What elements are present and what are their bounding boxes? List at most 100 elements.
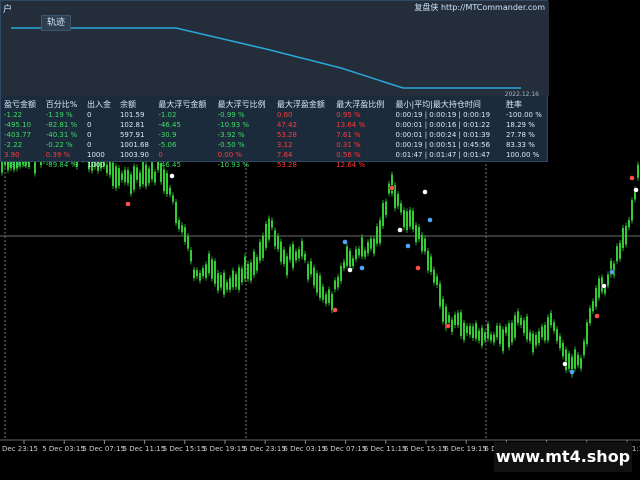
candle-body xyxy=(199,273,201,281)
stats-cell: 0 xyxy=(158,151,163,159)
candle-body xyxy=(607,274,609,286)
candle-body xyxy=(322,286,324,300)
stats-cell: -1.22 xyxy=(4,111,23,119)
candle-body xyxy=(457,312,459,326)
candle-body xyxy=(511,322,513,343)
candle-body xyxy=(340,265,342,282)
stats-header-cell: 最大浮亏金额 xyxy=(158,99,207,109)
candle-body xyxy=(544,324,546,341)
candle-body xyxy=(331,294,333,311)
replay-stats-panel[interactable]: 户 复盘侠 http://MTCommander.com 轨迹 2022.12.… xyxy=(0,0,549,169)
candle-body xyxy=(382,202,384,226)
candle-body xyxy=(289,247,291,260)
candle-body xyxy=(535,334,537,346)
stats-cell: 1000 xyxy=(87,161,105,169)
candle-body xyxy=(370,238,372,249)
candle-body xyxy=(454,314,456,325)
title-bar: 户 复盘侠 http://MTCommander.com xyxy=(1,1,549,15)
candle-body xyxy=(172,195,174,202)
candle-body xyxy=(292,244,294,268)
candle-body xyxy=(217,273,219,291)
candle-body xyxy=(208,253,210,274)
candle-body xyxy=(295,251,297,261)
trade-marker xyxy=(629,175,635,181)
candle-body xyxy=(499,325,501,344)
candle-body xyxy=(385,201,387,216)
stats-cell: -1.02 xyxy=(158,111,177,119)
candle-body xyxy=(262,235,264,259)
candle-body xyxy=(259,241,261,261)
candle-body xyxy=(472,326,474,338)
candle-body xyxy=(244,256,246,279)
stats-cell: 0 xyxy=(87,141,92,149)
stats-cell: -2.22 xyxy=(4,141,23,149)
candle-body xyxy=(367,242,369,254)
stats-cell: -89.84 % xyxy=(45,161,78,169)
candle-body xyxy=(298,249,300,259)
candle-body xyxy=(583,341,585,356)
stats-cell: -495.10 xyxy=(4,121,32,129)
candle-body xyxy=(631,200,633,221)
timestamp-label: 2022.12.16 xyxy=(504,91,539,98)
candle-body xyxy=(466,326,468,334)
trade-marker xyxy=(397,227,403,233)
candle-body xyxy=(448,315,450,323)
candle-body xyxy=(307,264,309,280)
candle-body xyxy=(421,234,423,252)
candle-body xyxy=(238,267,240,290)
stats-cell: 18.29 % xyxy=(505,121,535,129)
x-axis-label: 6 Dec 11:15 xyxy=(364,445,407,453)
candle-body xyxy=(127,170,129,184)
candle-body xyxy=(283,249,285,264)
candle-body xyxy=(523,320,525,334)
stats-cell: 101.59 xyxy=(119,111,145,119)
candle-body xyxy=(229,278,231,290)
candle-body xyxy=(412,210,414,230)
stats-header-cell: 胜率 xyxy=(505,99,522,109)
tab-trajectory[interactable]: 轨迹 xyxy=(41,15,71,31)
stats-cell: -10.93 % xyxy=(217,121,250,129)
trade-marker xyxy=(601,283,607,289)
stats-cell: 12.64 % xyxy=(336,161,366,169)
candle-body xyxy=(181,225,183,233)
stats-cell: 7.61 % xyxy=(336,131,361,139)
candle-body xyxy=(577,354,579,366)
candle-body xyxy=(469,325,471,335)
trade-marker xyxy=(427,217,433,223)
stats-cell: 1000 xyxy=(87,151,105,159)
candle-body xyxy=(628,219,630,228)
candle-body xyxy=(568,353,570,369)
stats-cell: 3.90 xyxy=(4,151,20,159)
stats-row: -1.22 -1.19 % 0 101.59 -1.02 -0.99 % 0.60 0.95 … xyxy=(1,110,549,120)
candle-body xyxy=(124,169,126,183)
candle-body xyxy=(484,332,486,341)
candle-body xyxy=(403,210,405,228)
candle-body xyxy=(433,269,435,283)
trade-marker xyxy=(609,269,615,275)
candle-body xyxy=(118,168,120,186)
candle-body xyxy=(265,223,267,248)
candle-body xyxy=(436,276,438,285)
candle-body xyxy=(361,237,363,257)
candle-body xyxy=(232,270,234,288)
candle-body xyxy=(184,227,186,242)
trade-marker xyxy=(405,243,411,249)
stats-header-cell: 盈亏金额 xyxy=(4,99,36,109)
candle-body xyxy=(337,276,339,288)
candle-body xyxy=(346,246,348,266)
candle-body xyxy=(328,289,330,303)
candle-body xyxy=(349,250,351,267)
candle-body xyxy=(280,241,282,262)
candle-body xyxy=(193,269,195,279)
candle-body xyxy=(205,264,207,278)
stats-cell: -46.45 xyxy=(158,161,181,169)
candle-body xyxy=(493,334,495,343)
stats-cell: -46.45 xyxy=(158,121,181,129)
stats-header-row: 盈亏金额 百分比% 出入金 余额 最大浮亏金额 最大浮亏比例 最大浮盈金额 最大浮盈比例 最小|… xyxy=(1,98,549,110)
candle-body xyxy=(247,263,249,279)
candle-body xyxy=(487,323,489,339)
candle-body xyxy=(319,275,321,298)
stats-cell: 47.42 xyxy=(276,121,297,129)
candle-body xyxy=(514,315,516,338)
trade-marker xyxy=(422,189,428,195)
